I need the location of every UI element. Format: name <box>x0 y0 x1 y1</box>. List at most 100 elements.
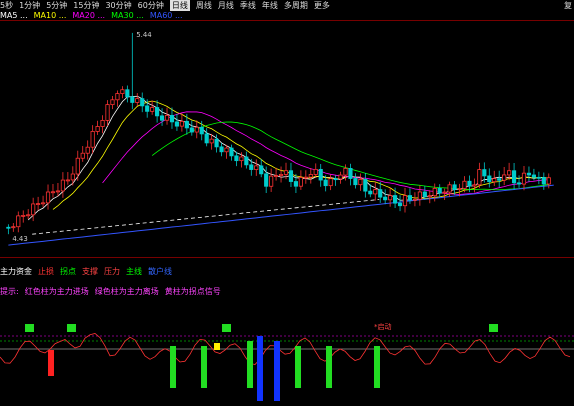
indicator-bar[interactable] <box>295 346 301 388</box>
candle-body[interactable] <box>402 195 408 207</box>
candle-body[interactable] <box>179 120 184 127</box>
candle-body[interactable] <box>502 174 507 181</box>
candle-body[interactable] <box>457 188 462 190</box>
candle-body[interactable] <box>50 191 56 194</box>
period-tab-2[interactable]: 5分钟 <box>46 0 67 11</box>
candle-body[interactable] <box>323 179 328 187</box>
candle-body[interactable] <box>169 115 175 123</box>
candle-body[interactable] <box>521 172 527 185</box>
candle-body[interactable] <box>199 126 204 135</box>
candle-body[interactable] <box>269 175 274 187</box>
candle-body[interactable] <box>100 119 105 127</box>
candle-body[interactable] <box>437 187 442 194</box>
candle-body[interactable] <box>85 146 90 154</box>
candle-body[interactable] <box>55 190 61 193</box>
candle-body[interactable] <box>31 203 36 216</box>
candle-body[interactable] <box>174 121 180 127</box>
candle-body[interactable] <box>467 180 472 187</box>
candle-body[interactable] <box>164 115 170 121</box>
candle-body[interactable] <box>487 175 492 183</box>
candle-body[interactable] <box>353 178 358 186</box>
candle-body[interactable] <box>378 189 383 198</box>
candle-body[interactable] <box>209 138 214 144</box>
candle-body[interactable] <box>333 178 338 181</box>
period-tab-12[interactable]: 更多 <box>314 0 330 11</box>
candle-body[interactable] <box>328 178 333 187</box>
candle-body[interactable] <box>45 191 51 204</box>
indicator-bar[interactable] <box>374 346 380 388</box>
candle-body[interactable] <box>184 120 189 129</box>
candle-body[interactable] <box>388 195 393 201</box>
period-tab-5[interactable]: 60分钟 <box>138 0 164 11</box>
indicator-bar[interactable] <box>214 343 220 350</box>
candle-body[interactable] <box>492 178 497 183</box>
candle-body[interactable] <box>447 184 452 193</box>
candle-body[interactable] <box>21 215 26 217</box>
candle-body[interactable] <box>412 198 417 201</box>
candle-body[interactable] <box>120 89 125 94</box>
candle-body[interactable] <box>229 147 234 157</box>
candle-body[interactable] <box>36 203 41 205</box>
candle-body[interactable] <box>536 176 541 179</box>
candle-body[interactable] <box>462 180 467 189</box>
candle-body[interactable] <box>204 133 209 144</box>
candle-body[interactable] <box>422 191 427 197</box>
candle-body[interactable] <box>303 176 308 179</box>
period-tab-4[interactable]: 30分钟 <box>105 0 131 11</box>
candle-body[interactable] <box>75 157 80 175</box>
candle-body[interactable] <box>526 172 532 176</box>
period-tab-6[interactable]: 日线 <box>169 0 190 11</box>
period-tab-0[interactable]: 5秒 <box>0 0 13 11</box>
candle-body[interactable] <box>125 89 130 98</box>
candle-body[interactable] <box>145 105 150 112</box>
candle-body[interactable] <box>338 174 343 180</box>
candle-body[interactable] <box>155 107 160 117</box>
indicator-bar[interactable] <box>201 346 207 388</box>
candle-body[interactable] <box>427 195 432 198</box>
candlestick-chart[interactable]: 5.44 4.43 <box>0 20 574 258</box>
candle-body[interactable] <box>214 138 219 148</box>
candle-body[interactable] <box>497 178 502 181</box>
signal-square[interactable] <box>489 324 498 332</box>
candle-body[interactable] <box>244 156 249 166</box>
period-tab-3[interactable]: 15分钟 <box>73 0 99 11</box>
candle-body[interactable] <box>516 182 522 185</box>
candle-body[interactable] <box>368 190 373 195</box>
candle-body[interactable] <box>115 93 120 101</box>
candle-body[interactable] <box>358 178 363 186</box>
candle-body[interactable] <box>298 177 303 187</box>
candle-body[interactable] <box>110 99 115 106</box>
candle-body[interactable] <box>393 195 398 204</box>
indicator-bar[interactable] <box>326 346 332 388</box>
candle-body[interactable] <box>288 170 294 182</box>
candle-body[interactable] <box>274 175 279 177</box>
candle-body[interactable] <box>343 168 348 176</box>
candle-body[interactable] <box>477 169 482 186</box>
indicator-bar[interactable] <box>274 341 280 401</box>
candle-body[interactable] <box>397 202 403 207</box>
period-tab-7[interactable]: 周线 <box>196 0 212 11</box>
candle-body[interactable] <box>224 147 229 153</box>
candle-body[interactable] <box>264 173 269 187</box>
candle-body[interactable] <box>259 165 264 175</box>
indicator-chart[interactable]: *启动 <box>0 296 574 406</box>
candle-body[interactable] <box>383 196 388 201</box>
candle-body[interactable] <box>6 226 11 229</box>
period-tab-9[interactable]: 季线 <box>240 0 256 11</box>
period-tab-8[interactable]: 月线 <box>218 0 234 11</box>
candle-body[interactable] <box>546 177 551 185</box>
candle-body[interactable] <box>373 189 378 195</box>
candle-body[interactable] <box>531 174 536 178</box>
indicator-bar[interactable] <box>257 336 263 401</box>
candle-body[interactable] <box>283 170 289 175</box>
candle-body[interactable] <box>65 179 70 182</box>
indicator-bar[interactable] <box>48 350 54 376</box>
candle-body[interactable] <box>80 152 85 159</box>
candle-body[interactable] <box>442 191 447 194</box>
candle-body[interactable] <box>249 164 254 170</box>
signal-square[interactable] <box>67 324 76 332</box>
candle-body[interactable] <box>318 168 323 181</box>
candle-body[interactable] <box>308 174 313 178</box>
candle-body[interactable] <box>452 184 457 190</box>
candle-body[interactable] <box>363 178 368 192</box>
